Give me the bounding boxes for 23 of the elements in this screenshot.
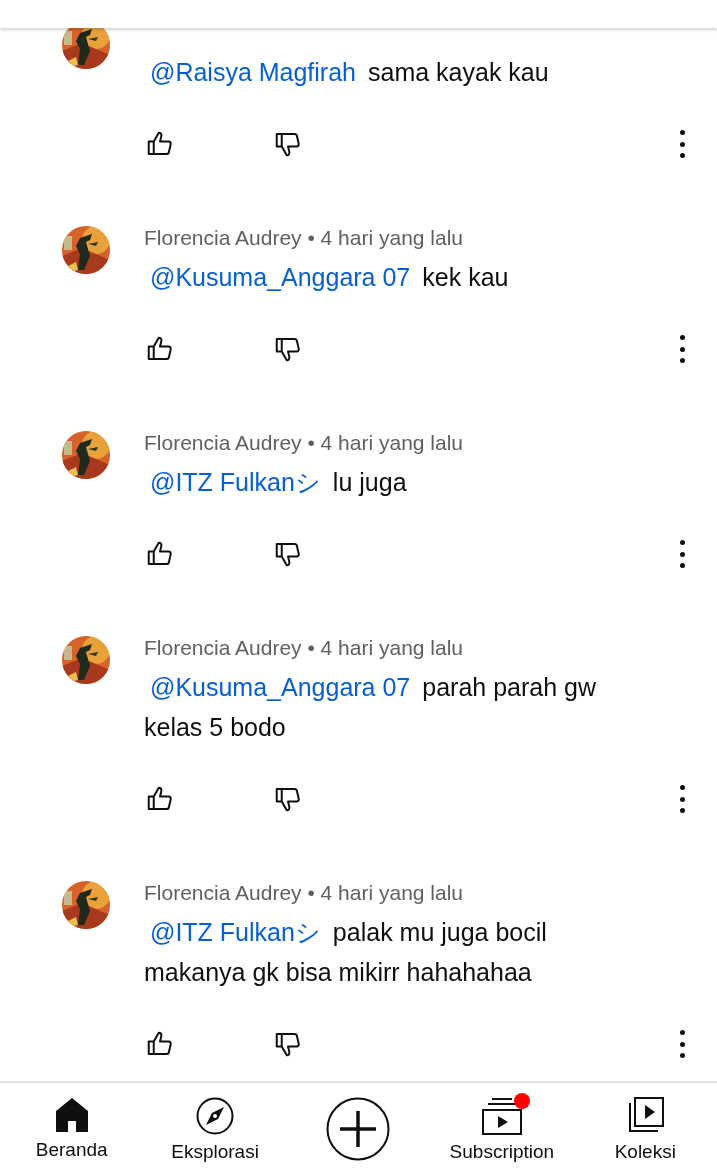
mention-link[interactable]: @Kusuma_Anggara 07 <box>150 263 411 291</box>
nav-item[interactable]: Koleksi <box>573 1083 717 1175</box>
nav-item[interactable]: Eksplorasi <box>143 1083 287 1175</box>
comment-meta: Florencia Audrey • 4 hari yang lalu <box>144 880 465 906</box>
mention-link[interactable]: @Kusuma_Anggara 07 <box>150 673 411 701</box>
library-icon <box>626 1097 665 1135</box>
nav-item[interactable]: Beranda <box>0 1083 144 1175</box>
comment-meta: Florencia Audrey • 4 hari yang lalu <box>144 430 465 456</box>
comment-text: @Raisya Magfirah sama kayak kau <box>149 57 550 88</box>
nav-item[interactable]: Subscription <box>430 1083 574 1175</box>
comment-text: @Kusuma_Anggara 07 parah parah gw kelas 5 bodo <box>144 672 597 743</box>
comment-meta: Florencia Audrey • 4 hari yang lalu <box>144 225 465 251</box>
comment-meta: Florencia Audrey • 4 hari yang lalu <box>144 635 465 661</box>
mention-link[interactable]: @ITZ Fulkanシ <box>150 468 321 496</box>
compass-icon <box>196 1097 235 1135</box>
subscriptions-icon <box>481 1097 522 1135</box>
comment-text: @ITZ Fulkanシ palak mu juga bocil makanya gk bisa mikirr hahahahaa <box>144 917 548 988</box>
comment-text: @ITZ Fulkanシ lu juga <box>149 467 408 498</box>
mention-link[interactable]: @ITZ Fulkanシ <box>150 918 321 946</box>
comment-text: @Kusuma_Anggara 07 kek kau <box>149 262 510 293</box>
plus-circle-icon <box>326 1097 391 1161</box>
home-icon <box>54 1097 89 1133</box>
mention-link[interactable]: @Raisya Magfirah <box>150 58 356 86</box>
